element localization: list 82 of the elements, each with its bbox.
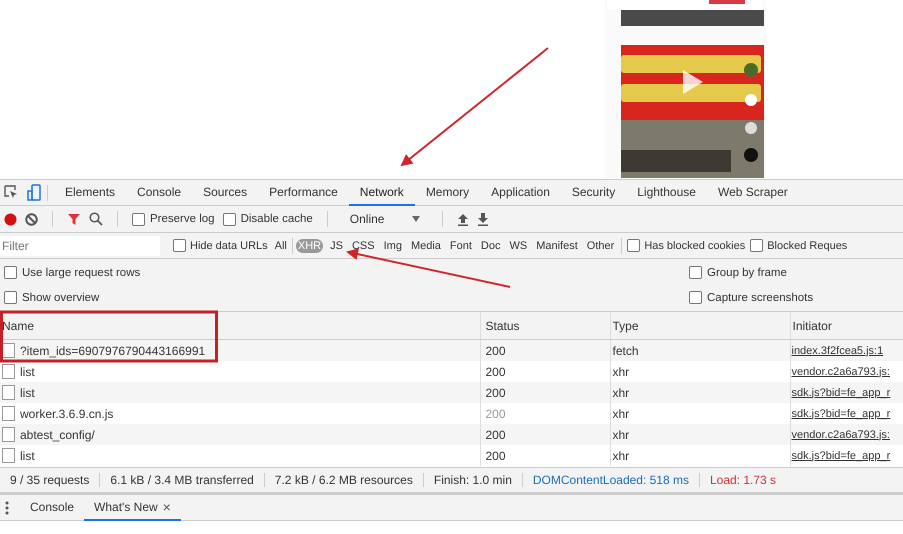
column-header[interactable]: Initiator [790, 312, 903, 340]
device-icon[interactable] [27, 184, 41, 201]
type-filter[interactable]: All [272, 238, 289, 252]
panel-tab[interactable]: Application [480, 180, 561, 206]
request-type: xhr [612, 364, 630, 378]
checkbox[interactable] [132, 212, 145, 226]
status-code: 200 [486, 448, 506, 462]
checkbox[interactable] [750, 239, 764, 252]
checkbox-label: Use large request rows [22, 266, 140, 278]
checkbox-label: Blocked Reques [767, 240, 848, 252]
inspect-icon[interactable] [4, 185, 19, 200]
request-name[interactable]: list [20, 386, 35, 400]
checkbox-label: Hide data URLs [190, 240, 268, 252]
panel-tab[interactable]: Lighthouse [626, 180, 707, 206]
checkbox-label: Capture screenshots [707, 292, 814, 304]
type-filter[interactable]: CSS [350, 238, 377, 252]
checkbox-label: Has blocked cookies [644, 240, 746, 252]
checkbox[interactable] [689, 291, 702, 304]
checkbox[interactable] [627, 239, 640, 252]
request-type: xhr [612, 448, 630, 462]
search-icon[interactable] [89, 212, 103, 226]
panel-tab[interactable]: Security [560, 180, 626, 206]
column-header[interactable]: Name [0, 312, 480, 340]
status-code: 200 [486, 364, 506, 378]
checkbox-label: Group by frame [707, 266, 787, 278]
close-icon[interactable]: × [162, 498, 171, 514]
column-header[interactable]: Status [480, 312, 610, 340]
summary-text: 7.2 kB / 6.2 MB resources [264, 473, 424, 487]
type-filter[interactable]: JS [328, 238, 345, 252]
summary-text: DOMContentLoaded: 518 ms [522, 473, 700, 487]
status-code: 200 [486, 428, 506, 442]
request-name[interactable]: worker.3.6.9.cn.js [20, 406, 114, 421]
summary-text: Finish: 1.0 min [424, 473, 523, 487]
summary-text: 9 / 35 requests [0, 473, 100, 487]
caret-icon[interactable] [412, 216, 420, 222]
checkbox[interactable] [689, 266, 702, 279]
record-icon[interactable] [4, 212, 17, 226]
checkbox[interactable] [222, 212, 236, 226]
column-header[interactable]: Type [610, 312, 790, 340]
download-icon[interactable] [477, 212, 490, 226]
status-code: 200 [486, 386, 506, 400]
panel-tab[interactable]: Performance [258, 180, 349, 206]
request-type: xhr [612, 428, 630, 442]
panel-tab[interactable]: Memory [414, 180, 480, 206]
checkbox-label: Show overview [22, 292, 100, 304]
checkbox-label: Preserve log [150, 213, 215, 225]
request-type: fetch [612, 344, 639, 358]
panel-tab[interactable]: Web Scraper [706, 180, 799, 206]
type-filter[interactable]: WS [507, 238, 530, 252]
type-filter[interactable]: Other [584, 238, 616, 252]
status-code: 200 [486, 406, 506, 420]
type-filter[interactable]: Doc [478, 238, 502, 252]
initiator-link[interactable]: sdk.js?bid=fe_app_r [792, 450, 890, 462]
panel-tab[interactable]: Console [126, 180, 192, 206]
more-icon[interactable] [4, 500, 10, 514]
upload-icon[interactable] [457, 212, 470, 226]
initiator-link[interactable]: sdk.js?bid=fe_app_r [792, 408, 890, 420]
panel-tab[interactable]: Sources [192, 180, 258, 206]
status-code: 200 [486, 344, 506, 358]
type-filter[interactable]: Font [448, 238, 474, 252]
drawer-tab[interactable]: Console [20, 494, 84, 520]
checkbox[interactable] [4, 291, 17, 304]
type-filter[interactable]: Img [382, 238, 404, 252]
filter-field[interactable]: Filter [0, 236, 160, 256]
request-type: xhr [612, 406, 630, 420]
checkbox[interactable] [4, 266, 17, 279]
summary-text: 6.1 kB / 3.4 MB transferred [100, 473, 265, 487]
request-name[interactable]: abtest_config/ [20, 428, 95, 442]
throttling-dropdown[interactable]: Online [342, 209, 428, 229]
request-name[interactable]: list [20, 364, 35, 379]
filter-icon[interactable] [67, 212, 81, 226]
panel-tab[interactable]: Elements [54, 180, 126, 206]
type-filter[interactable]: Manifest [534, 238, 580, 252]
summary-text: Load: 1.73 s [708, 473, 778, 487]
type-filter[interactable]: Media [408, 238, 443, 252]
drawer-tab[interactable]: What's New × [84, 494, 181, 520]
checkbox[interactable] [173, 239, 186, 252]
checkbox-label: Disable cache [240, 213, 313, 225]
request-type: xhr [612, 386, 630, 400]
initiator-link[interactable]: vendor.c2a6a793.js: [792, 366, 890, 378]
request-name[interactable]: list [20, 448, 35, 463]
clear-icon[interactable] [25, 212, 38, 226]
